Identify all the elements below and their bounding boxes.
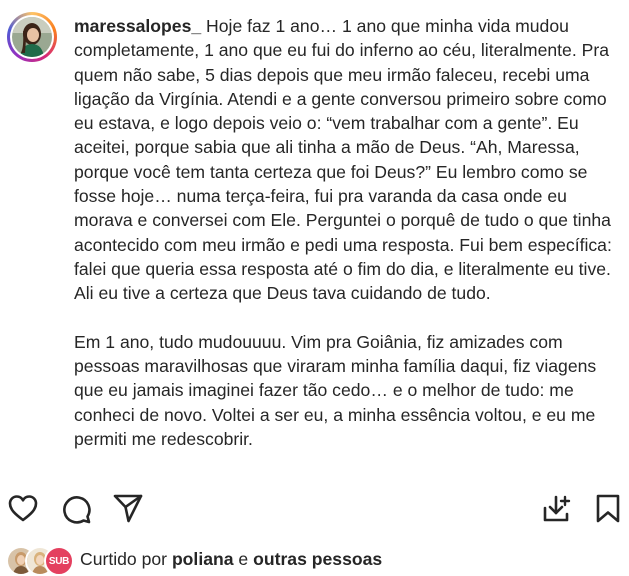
liked-by-joiner: e [238,548,249,569]
caption-text-2: Em 1 ano, tudo mudouuuu. Vim pra Goiânia… [74,331,597,450]
liked-by-text: Curtido por poliana e outras pessoas [80,549,382,570]
liked-by-prefix: Curtido por [80,548,168,569]
comment-button[interactable] [60,493,92,525]
save-button[interactable] [594,493,622,523]
avatar-border [10,15,54,59]
liked-by-row: SUB Curtido por poliana e outras pessoas [6,543,382,576]
profile-avatar[interactable] [7,12,57,62]
avatar-photo [12,17,52,57]
caption-paragraph-2: Em 1 ano, tudo mudouuuu. Vim pra Goiânia… [74,330,622,451]
sub-badge-label: SUB [48,555,70,567]
share-button[interactable] [112,493,144,523]
liked-by-username[interactable]: poliana [172,549,234,569]
avatar-image [12,17,52,57]
caption-paragraph-1: maressalopes_ Hoje faz 1 ano… 1 ano que … [74,14,622,306]
paper-plane-icon [113,494,143,523]
heart-outline-icon [8,495,38,522]
sub-badge: SUB [44,546,74,576]
like-button[interactable] [8,493,38,523]
post-caption: maressalopes_ Hoje faz 1 ano… 1 ano que … [74,14,622,467]
download-button[interactable] [541,492,573,524]
download-tray-icon [543,495,571,522]
bookmark-outline-icon [596,494,620,523]
liker-avatars[interactable]: SUB [6,544,74,576]
caption-username[interactable]: maressalopes_ [74,16,201,36]
caption-truncation [74,460,629,482]
liked-by-others[interactable]: outras pessoas [253,549,382,569]
caption-text-1: Hoje faz 1 ano… 1 ano que minha vida mud… [74,16,612,304]
comment-bubble-icon [63,496,91,524]
